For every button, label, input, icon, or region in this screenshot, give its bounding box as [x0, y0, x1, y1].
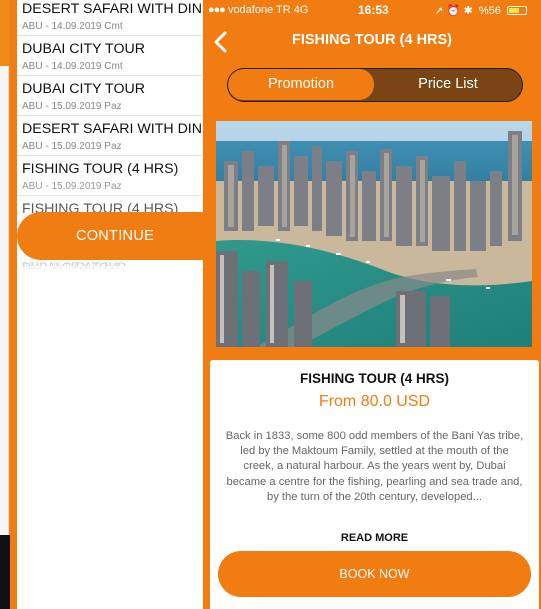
book-now-button[interactable]: BOOK NOW — [218, 551, 531, 597]
tab-promotion[interactable]: Promotion — [228, 69, 374, 100]
tour-name: FISHING TOUR (4 HRS) — [22, 161, 179, 177]
tour-meta: ABU - 15.09.2019 Paz — [22, 101, 122, 112]
tour-list-item[interactable]: DESERT SAFARI WITH DINNE ABU - 14.09.201… — [17, 0, 213, 36]
left-device-edge-screen — [0, 66, 9, 536]
tour-name: DUBAI CITY TOUR — [22, 81, 145, 97]
tour-list-screen: DESERT SAFARI WITH DINNE ABU - 14.09.201… — [17, 0, 213, 609]
tour-description: Back in 1833, some 800 odd members of th… — [225, 430, 524, 503]
tour-price: From 80.0 USD — [318, 393, 431, 410]
tour-name: DESERT SAFARI WITH DINN — [22, 121, 213, 137]
tour-name: DUBAI CITY TOUR — [22, 41, 145, 57]
tour-list-item[interactable]: FISHING TOUR (4 HRS) ABU - 15.09.2019 Pa… — [17, 156, 213, 196]
signal-dots-icon: ●●● — [208, 4, 226, 16]
tour-list-item[interactable]: DUBAI CITY TOUR ABU - 15.09.2019 Paz — [17, 76, 213, 116]
tour-meta: ABU - 14.09.2019 Cmt — [22, 21, 123, 32]
nav-bar: FISHING TOUR (4 HRS) — [203, 22, 541, 62]
tour-title: FISHING TOUR (4 HRS) — [299, 371, 449, 386]
left-device: DESERT SAFARI WITH DINNE ABU - 14.09.201… — [0, 0, 213, 609]
battery-icon — [507, 6, 527, 15]
tour-name: DESERT SAFARI WITH DINNE — [22, 1, 213, 17]
page-title: FISHING TOUR (4 HRS) — [291, 32, 453, 48]
tour-photo — [216, 121, 532, 347]
blank-area — [17, 283, 213, 609]
dubai-marina-image — [216, 121, 532, 347]
status-time: 16:53 — [358, 3, 389, 17]
battery-percent: %56 — [478, 5, 501, 17]
status-icons: ➚ ⏰ ✱ — [434, 5, 473, 17]
left-device-edge-dark — [0, 535, 10, 609]
segmented-control: Promotion Price List — [227, 68, 523, 102]
carrier-name: vodafone TR 4G — [227, 4, 309, 16]
tour-meta: ABU - 14.09.2019 Cmt — [22, 61, 123, 72]
tour-list-item[interactable]: DUBAI CITY TOUR ABU - 14.09.2019 Cmt — [17, 36, 213, 76]
carrier-info: ●●● vodafone TR 4G — [208, 4, 308, 16]
tour-meta: ABU - 15.09.2019 Paz — [22, 141, 122, 152]
status-right-icons: ➚ ⏰ ✱ %56 — [435, 4, 527, 17]
right-device: ●●● vodafone TR 4G 16:53 ➚ ⏰ ✱ %56 FISHIN… — [203, 0, 541, 609]
status-bar: ●●● vodafone TR 4G 16:53 ➚ ⏰ ✱ %56 — [203, 0, 541, 22]
tour-meta: ABU - 15.09.2019 Paz — [22, 181, 122, 192]
continue-button[interactable]: CONTINUE — [17, 212, 213, 260]
read-more-link[interactable]: READ MORE — [210, 532, 539, 544]
tab-price-list[interactable]: Price List — [374, 69, 522, 100]
tour-detail-card: FISHING TOUR (4 HRS) From 80.0 USD Back … — [210, 360, 539, 609]
tour-list-item[interactable]: DESERT SAFARI WITH DINN ABU - 15.09.2019… — [17, 116, 213, 156]
